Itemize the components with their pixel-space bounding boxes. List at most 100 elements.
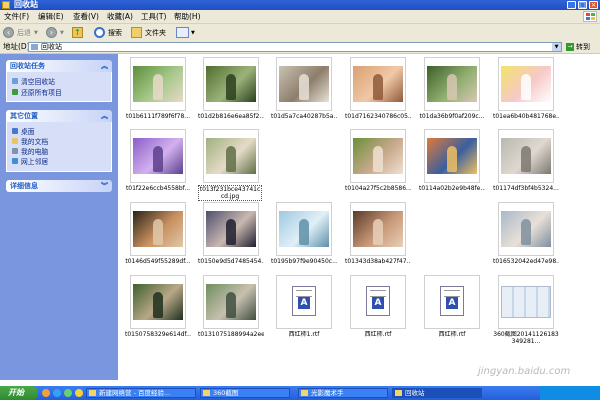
file-thumbnail[interactable] (276, 57, 332, 111)
details-header[interactable]: 详细信息 ︾ (6, 180, 112, 192)
place-my-documents[interactable]: 我的文档 (12, 136, 48, 146)
place-my-computer[interactable]: 我的电脑 (12, 146, 48, 156)
file-thumbnail[interactable] (498, 129, 554, 183)
search-button[interactable]: 搜索 (94, 26, 122, 39)
file-thumbnail[interactable] (130, 275, 186, 329)
search-label: 搜索 (108, 28, 122, 37)
taskbar-item[interactable]: 新建网络营 - 百度经验... (86, 388, 196, 398)
maximize-button[interactable]: □ (578, 1, 587, 9)
task-label: 清空回收站 (21, 77, 55, 86)
rtf-document-icon: A (366, 286, 390, 316)
menu-bar: 文件(F) 编辑(E) 查看(V) 收藏(A) 工具(T) 帮助(H) (0, 10, 600, 24)
watermark: jingyan.baidu.com (478, 366, 571, 377)
file-thumbnail[interactable] (350, 57, 406, 111)
file-thumbnail[interactable] (350, 202, 406, 256)
menu-file[interactable]: 文件(F) (4, 12, 29, 21)
file-thumbnail[interactable] (130, 129, 186, 183)
collapse-icon[interactable]: ︽ (101, 110, 108, 122)
quick-launch-icon[interactable] (64, 389, 72, 397)
go-button[interactable]: → 转到 (566, 42, 590, 52)
collapse-icon[interactable]: ︽ (101, 60, 108, 72)
task-label: 还原所有项目 (21, 88, 62, 97)
file-thumbnail[interactable] (203, 202, 259, 256)
views-button[interactable]: ▼ (176, 26, 195, 39)
file-name-label: t0104a27f5c2b8586... (345, 185, 411, 192)
file-name-label: t01da36b9f0af209c... (419, 113, 485, 120)
menu-tools[interactable]: 工具(T) (141, 12, 166, 21)
computer-icon (12, 147, 18, 154)
place-desktop[interactable]: 桌面 (12, 126, 35, 136)
documents-folder-icon (12, 137, 18, 144)
file-thumbnail[interactable] (130, 57, 186, 111)
address-field[interactable]: 回收站 ▼ (28, 42, 562, 52)
file-thumbnail[interactable] (203, 129, 259, 183)
taskbar-item-active[interactable]: 回收站 (392, 388, 482, 398)
photo-thumbnail-image (206, 284, 256, 320)
forward-button[interactable]: › ▼ (46, 26, 64, 39)
photo-thumbnail-image (206, 138, 256, 174)
other-places-header[interactable]: 其它位置 ︽ (6, 110, 112, 122)
search-icon (94, 27, 105, 38)
file-thumbnail[interactable] (203, 275, 259, 329)
file-thumbnail[interactable] (276, 202, 332, 256)
folders-button[interactable]: 文件夹 (131, 26, 166, 39)
quick-launch-icon[interactable] (75, 389, 83, 397)
quick-launch-icon[interactable] (53, 389, 61, 397)
go-arrow-icon: → (566, 43, 574, 51)
file-thumbnail[interactable] (498, 202, 554, 256)
taskbar-item[interactable]: 360截图 (200, 388, 290, 398)
menu-edit[interactable]: 编辑(E) (38, 12, 64, 21)
file-name-label: 西红柿.rtf (364, 331, 392, 338)
file-thumbnail[interactable] (424, 57, 480, 111)
file-thumbnail[interactable]: A (350, 275, 406, 329)
file-thumbnail[interactable] (350, 129, 406, 183)
photo-thumbnail-image (206, 211, 256, 247)
restore-all-link[interactable]: 还原所有项目 (12, 87, 62, 97)
menu-view[interactable]: 查看(V) (73, 12, 99, 21)
file-thumbnail[interactable] (498, 57, 554, 111)
file-thumbnail[interactable]: A (276, 275, 332, 329)
go-label: 转到 (576, 43, 590, 51)
title-bar: 回收站 _ □ × (0, 0, 600, 10)
file-thumbnail[interactable] (424, 129, 480, 183)
place-label: 桌面 (21, 127, 35, 136)
file-name-label: t01d2b816e6ea85f2... (198, 113, 264, 120)
document-lines (296, 290, 312, 297)
task-label: 光影魔术手 (311, 389, 344, 397)
file-name-label: t0150e9d5d7485454... (198, 258, 264, 265)
photo-subject-shape (373, 146, 383, 172)
file-thumbnail[interactable] (203, 57, 259, 111)
quick-launch-icon[interactable] (42, 389, 50, 397)
app-icon (203, 390, 210, 396)
file-thumbnail[interactable] (498, 275, 554, 329)
chevron-down-icon[interactable]: ▼ (552, 43, 561, 51)
desktop-icon (12, 127, 18, 134)
start-button[interactable]: 开始 (0, 386, 38, 400)
file-name-label: t01f22e6ccb4558bf... (125, 185, 191, 192)
menu-favorites[interactable]: 收藏(A) (107, 12, 133, 21)
photo-subject-shape (153, 292, 163, 318)
file-name-label: t01d5a7ca40287b5a... (271, 113, 337, 120)
file-thumbnail[interactable] (130, 202, 186, 256)
recycle-tasks-header[interactable]: 回收站任务 ︽ (6, 60, 112, 72)
other-places-panel: 桌面 我的文档 我的电脑 网上邻居 (6, 122, 112, 172)
taskbar-item[interactable]: 光影魔术手 (298, 388, 388, 398)
restore-icon (12, 88, 18, 95)
start-label: 开始 (8, 388, 24, 397)
expand-icon[interactable]: ︾ (101, 180, 108, 192)
minimize-button[interactable]: _ (567, 1, 576, 9)
menu-help[interactable]: 帮助(H) (174, 12, 201, 21)
photo-thumbnail-image (353, 138, 403, 174)
empty-recycle-bin-link[interactable]: 清空回收站 (12, 76, 55, 86)
up-folder-icon: ↑ (72, 27, 83, 38)
photo-thumbnail-image (501, 211, 551, 247)
file-thumbnail[interactable]: A (424, 275, 480, 329)
back-button[interactable]: ‹ 后退 ▼ (3, 26, 38, 39)
back-arrow-icon: ‹ (3, 27, 14, 38)
place-network[interactable]: 网上邻居 (12, 156, 48, 166)
photo-thumbnail-image (353, 66, 403, 102)
task-label: 360截图 (213, 389, 239, 397)
up-folder-button[interactable]: ↑ (72, 26, 83, 39)
file-name-label: t0150758329e614df... (125, 331, 191, 338)
close-button[interactable]: × (589, 1, 598, 9)
